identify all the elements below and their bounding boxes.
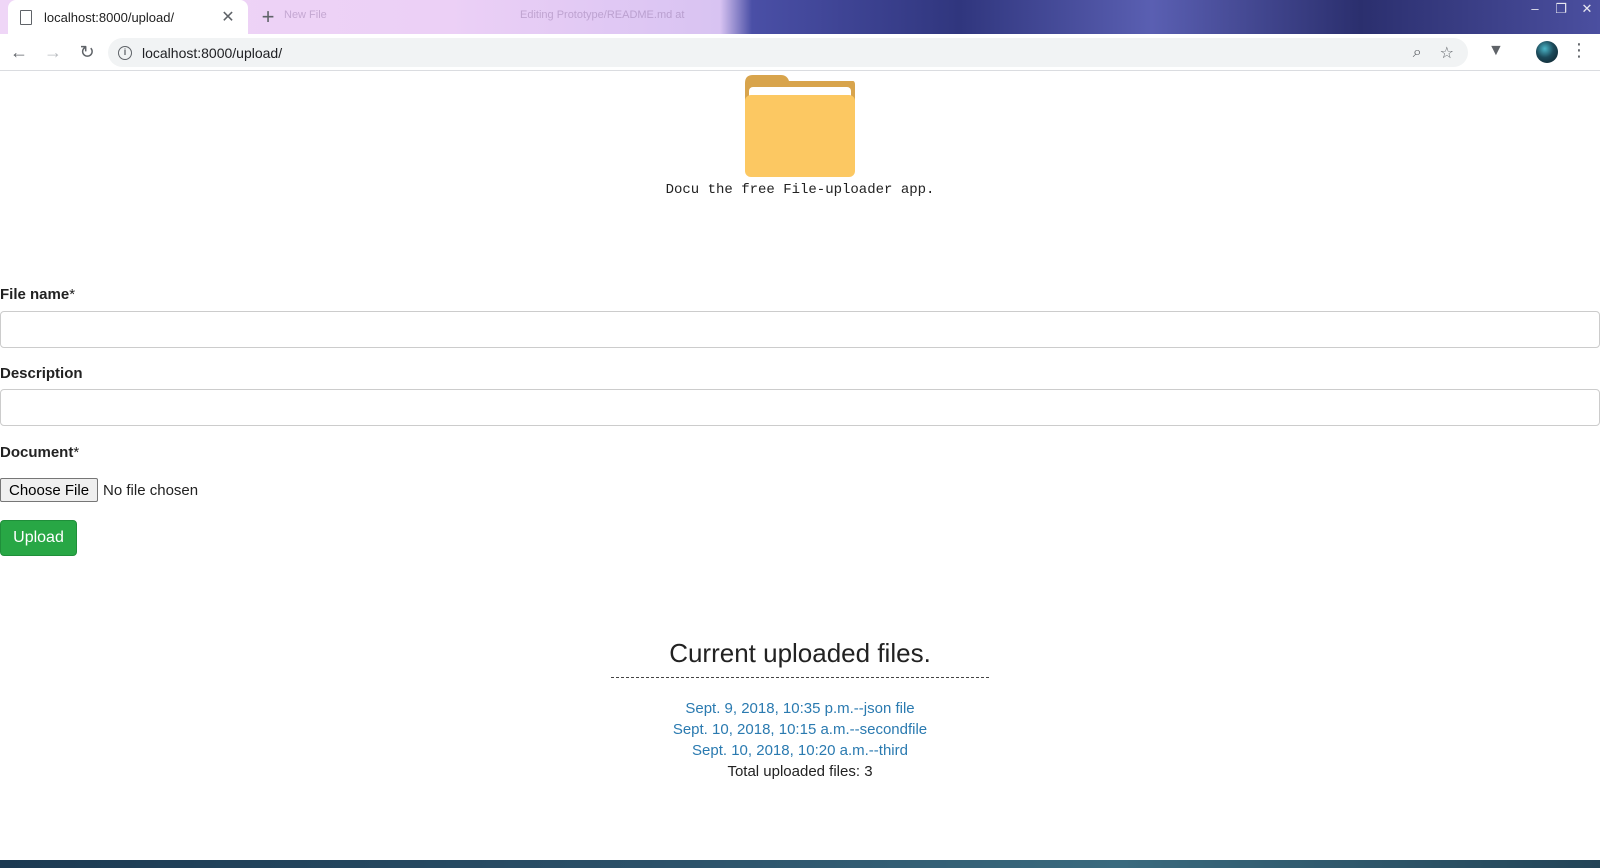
avatar[interactable]	[1536, 41, 1558, 63]
forward-icon[interactable]: →	[38, 37, 68, 67]
page-content: Docu the free File-uploader app. File na…	[0, 71, 1600, 860]
star-icon[interactable]: ☆	[1440, 43, 1454, 63]
zoom-icon[interactable]: ⌕	[1413, 44, 1422, 62]
back-icon[interactable]: ←	[4, 37, 34, 67]
browser-titlebar: localhost:8000/upload/ ✕ + New File Edit…	[0, 0, 1600, 34]
minimize-icon[interactable]: –	[1522, 0, 1548, 18]
browser-toolbar: ← → ↻ i localhost:8000/upload/ ⌕ ☆ ▼ ⋮	[0, 34, 1600, 71]
uploaded-files-heading: Current uploaded files.	[669, 638, 931, 668]
required-mark: *	[73, 444, 80, 461]
file-name-input[interactable]	[0, 311, 1600, 348]
file-input: Choose File No file chosen	[0, 478, 198, 502]
file-link[interactable]: Sept. 10, 2018, 10:20 a.m.--third	[0, 740, 1600, 761]
tab-close-icon[interactable]: ✕	[220, 7, 236, 27]
window-controls: – ❐ ✕	[1522, 0, 1600, 18]
choose-file-button[interactable]: Choose File	[0, 478, 99, 502]
file-link[interactable]: Sept. 9, 2018, 10:35 p.m.--json file	[0, 698, 1600, 719]
window-close-icon[interactable]: ✕	[1574, 0, 1600, 18]
file-link[interactable]: Sept. 10, 2018, 10:15 a.m.--secondfile	[0, 719, 1600, 740]
tab-editing-readme[interactable]: Editing Prototype/README.md at	[520, 9, 684, 21]
uploaded-file-list: Sept. 9, 2018, 10:35 p.m.--json file Sep…	[0, 698, 1600, 782]
url-text[interactable]: localhost:8000/upload/	[142, 45, 282, 61]
app-tagline: Docu the free File-uploader app.	[665, 182, 935, 198]
folder-icon	[745, 75, 855, 177]
document-icon	[20, 9, 32, 25]
document-label-text: Document	[0, 444, 74, 461]
new-tab-button[interactable]: +	[256, 6, 280, 30]
upload-button[interactable]: Upload	[0, 520, 77, 556]
required-mark: *	[69, 286, 76, 303]
menu-icon[interactable]: ⋮	[1570, 40, 1588, 61]
tab-new-file[interactable]: New File	[284, 9, 327, 21]
tab-upload[interactable]: localhost:8000/upload/ ✕	[8, 0, 248, 34]
restore-icon[interactable]: ❐	[1548, 0, 1574, 18]
divider	[611, 677, 989, 678]
tab-title: localhost:8000/upload/	[44, 9, 175, 25]
total-files-count: Total uploaded files: 3	[727, 763, 873, 780]
extension-icon[interactable]: ▼	[1488, 42, 1504, 60]
description-input[interactable]	[0, 389, 1600, 426]
document-label: Document*	[0, 444, 79, 461]
os-taskbar	[0, 860, 1600, 868]
no-file-text: No file chosen	[103, 481, 199, 499]
info-icon[interactable]: i	[118, 45, 132, 60]
description-label: Description	[0, 365, 83, 382]
reload-icon[interactable]: ↻	[72, 37, 102, 67]
file-name-label: File name*	[0, 286, 75, 303]
address-bar[interactable]: i localhost:8000/upload/ ⌕ ☆	[108, 38, 1468, 67]
file-name-label-text: File name	[0, 286, 70, 303]
